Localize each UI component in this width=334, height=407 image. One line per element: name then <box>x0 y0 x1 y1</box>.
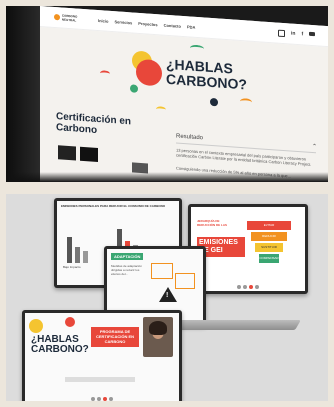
hero-title: ¿HABLAS CARBONO? <box>166 56 247 93</box>
main-slide-program: PROGRAMA DE CERTIFICACIÓN EN CARBONO <box>91 327 139 347</box>
nav-item-servicios[interactable]: Servicios <box>114 19 132 25</box>
adaptation-illustration-1 <box>151 263 173 279</box>
main-slide-title: ¿HABLAS CARBONO? <box>31 335 89 355</box>
main-slide-title-line2: CARBONO? <box>31 344 89 355</box>
logo: CARBONO NEUTRAL <box>54 13 92 24</box>
bar-2 <box>75 247 80 263</box>
youtube-icon[interactable] <box>309 31 316 37</box>
resultado-label[interactable]: Resultado <box>176 134 203 142</box>
hero-squiggle-4 <box>156 106 166 113</box>
slide-main: ¿HABLAS CARBONO? PROGRAMA DE CERTIFICACI… <box>25 313 179 401</box>
funnel-level-4: COMPENSAR <box>259 254 279 263</box>
slide-bar-title: EMISIONES PERSONALES PARA REDUCIR EL CON… <box>61 204 166 208</box>
adaptation-text: Medidas de adaptación dirigidas a reduci… <box>111 264 143 276</box>
funnel-title-small: JERARQUÍA DE REDUCCIÓN DE LAS <box>197 219 228 227</box>
resultado-toggle-icon[interactable]: ⌃ <box>312 143 317 150</box>
linkedin-icon[interactable]: in <box>291 31 295 38</box>
cert-badge-logo <box>58 145 76 161</box>
presenter-video <box>143 317 173 357</box>
cert-title: Certificación en Carbono <box>56 111 131 138</box>
monitor-main-slide: ¿HABLAS CARBONO? PROGRAMA DE CERTIFICACI… <box>22 310 182 401</box>
hero-circle-green <box>130 84 138 93</box>
main-slide-sub2: CERTIFICACIÓN EN CARBONO <box>96 334 134 344</box>
funnel-level-2: REDUCIR <box>251 232 287 241</box>
warning-icon-mark: ! <box>166 292 169 299</box>
site-header: CARBONO NEUTRAL Inicio Servicios Proyect… <box>40 6 328 48</box>
nav-item-proyectos[interactable]: Proyectos <box>138 21 157 27</box>
main-nav: Inicio Servicios Proyectos Contacto PDA <box>98 18 195 30</box>
photo-website-laptop: CARBONO NEUTRAL Inicio Servicios Proyect… <box>6 6 328 182</box>
funnel-level-1: EVITAR <box>247 221 291 230</box>
slide-funnel: JERARQUÍA DE REDUCCIÓN DE LAS EMISIONES … <box>191 207 305 291</box>
facebook-icon[interactable]: f <box>301 31 303 38</box>
call-controls-2 <box>237 285 259 289</box>
call-controls-3 <box>91 397 113 401</box>
social-icons: in f <box>278 29 316 40</box>
laptop-bezel-bottom <box>6 172 328 182</box>
main-slide-logos <box>65 377 135 382</box>
main-circle-yellow <box>29 319 43 333</box>
website-screen: CARBONO NEUTRAL Inicio Servicios Proyect… <box>40 6 328 182</box>
hero-squiggle-3 <box>100 70 110 77</box>
adaptation-illustration-2 <box>175 273 195 289</box>
nav-item-inicio[interactable]: Inicio <box>98 18 108 24</box>
hero-circle-red <box>136 58 162 87</box>
monitor-funnel: JERARQUÍA DE REDUCCIÓN DE LAS EMISIONES … <box>188 204 308 294</box>
photo-slides-collage: EMISIONES PERSONALES PARA REDUCIR EL CON… <box>6 194 328 401</box>
hero-circle-navy <box>210 97 218 107</box>
presenter-hair <box>149 321 167 335</box>
adaptation-title: ADAPTACIÓN <box>111 253 144 260</box>
nav-item-pda[interactable]: PDA <box>187 24 195 30</box>
bar-1 <box>67 237 72 263</box>
laptop-bezel-left <box>6 6 40 182</box>
nav-item-contacto[interactable]: Contacto <box>164 23 181 29</box>
cert-badge-dark <box>80 146 98 163</box>
bar-3 <box>83 251 88 263</box>
hero-title-line2: CARBONO? <box>166 70 247 93</box>
hero-squiggle-2 <box>240 97 252 106</box>
hero-squiggle <box>190 44 204 53</box>
bar-label-low: Bajo Impacto <box>63 265 81 269</box>
main-circle-red <box>65 317 75 327</box>
instagram-icon[interactable] <box>278 29 285 38</box>
logo-text: CARBONO NEUTRAL <box>61 13 78 23</box>
logo-mark-icon <box>54 13 60 21</box>
funnel-level-3: SUSTITUIR <box>255 243 283 252</box>
